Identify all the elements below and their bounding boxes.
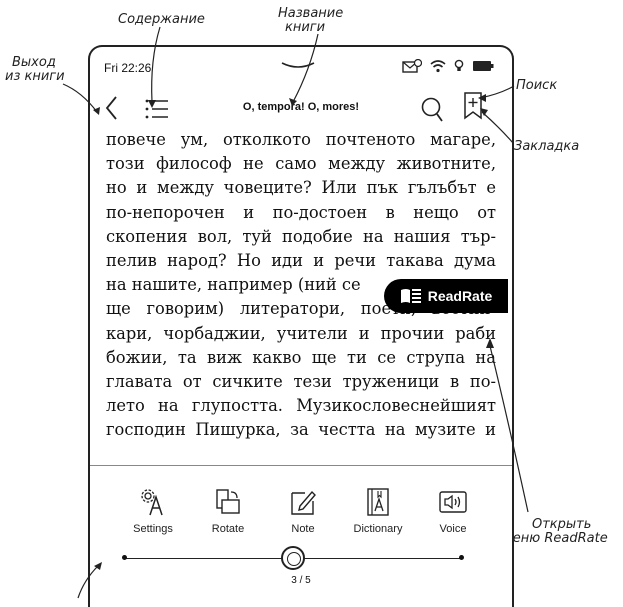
quick-menu-panel: Settings Rotate Note Dictionary Voice 3 — [90, 465, 512, 607]
text-line: по-непорочен и по-достоен в нещо от — [106, 202, 496, 222]
bookmark-icon[interactable] — [462, 91, 484, 121]
quick-menu: Settings Rotate Note Dictionary Voice — [118, 487, 488, 535]
text-line: кари, чорбаджии, учители и прочии раби — [106, 323, 496, 343]
text-line: скопения вол, туй подобие на нашия тър- — [106, 226, 496, 246]
text-line: господин Пишурка, за честта на музите и — [106, 420, 496, 440]
readrate-label: ReadRate — [427, 288, 493, 304]
status-time: Fri 22:26 — [104, 61, 152, 75]
battery-icon — [473, 61, 494, 71]
e-reader-screen: Fri 22:26 O, tempora! O, mores! повече у… — [88, 45, 514, 607]
text-line: този философ не само между животните, — [106, 154, 496, 174]
callout-exit-line2: из книги — [5, 69, 65, 84]
note-label: Note — [291, 523, 315, 535]
rotate-button[interactable]: Rotate — [193, 487, 263, 535]
status-bar: Fri 22:26 — [90, 47, 512, 89]
callout-title-line2: книги — [285, 20, 326, 35]
callout-search: Поиск — [516, 78, 558, 93]
progress-end-dot — [459, 555, 464, 560]
readrate-book-icon — [400, 289, 421, 303]
callout-bookmark: Закладка — [514, 139, 580, 154]
wifi-icon[interactable] — [430, 59, 446, 73]
dictionary-icon — [367, 488, 389, 516]
text-line: божии, та виж какво ще ти се струпа на — [106, 347, 496, 367]
settings-button[interactable]: Settings — [118, 487, 188, 535]
progress-slider-knob[interactable] — [281, 546, 305, 570]
callout-readrate-line1: Открыть — [532, 517, 592, 532]
text-line: но и между човеците? Или пък гълъбът е — [106, 178, 496, 198]
rotate-label: Rotate — [211, 523, 245, 535]
search-icon[interactable] — [420, 95, 444, 123]
text-line: главата от сичките тези труженици в по- — [106, 372, 496, 392]
voice-button[interactable]: Voice — [418, 487, 488, 535]
voice-icon — [439, 491, 467, 513]
text-line: лето на глупостта. Музикословеснейшият — [106, 396, 496, 416]
book-title[interactable]: O, tempora! O, mores! — [90, 101, 512, 113]
dictionary-label: Dictionary — [353, 523, 403, 535]
rotate-icon — [216, 489, 240, 514]
callout-exit-line1: Выход — [12, 55, 56, 70]
frontlight-icon[interactable] — [454, 59, 464, 73]
settings-label: Settings — [133, 523, 173, 535]
voice-label: Voice — [439, 523, 467, 535]
status-icons — [402, 59, 494, 73]
callout-contents: Содержание — [118, 12, 205, 27]
settings-icon — [141, 489, 163, 516]
pull-down-handle-icon[interactable] — [280, 61, 316, 71]
callout-title-line1: Название — [278, 6, 344, 21]
note-icon — [291, 490, 316, 515]
progress-start-dot — [122, 555, 127, 560]
panel-divider — [90, 465, 512, 472]
page-counter: 3 / 5 — [291, 575, 311, 586]
callout-readrate-line2: меню ReadRate — [503, 531, 608, 546]
text-line: повече ум, отколкото почтеното магаре, — [106, 130, 496, 149]
dictionary-button[interactable]: Dictionary — [343, 487, 413, 535]
readrate-button[interactable]: ReadRate — [384, 279, 508, 313]
reader-toolbar: O, tempora! O, mores! — [90, 91, 512, 127]
notification-icon[interactable] — [402, 59, 422, 73]
note-button[interactable]: Note — [268, 487, 338, 535]
text-line: пелив народ? Но иди и речи такава дума — [106, 251, 496, 271]
